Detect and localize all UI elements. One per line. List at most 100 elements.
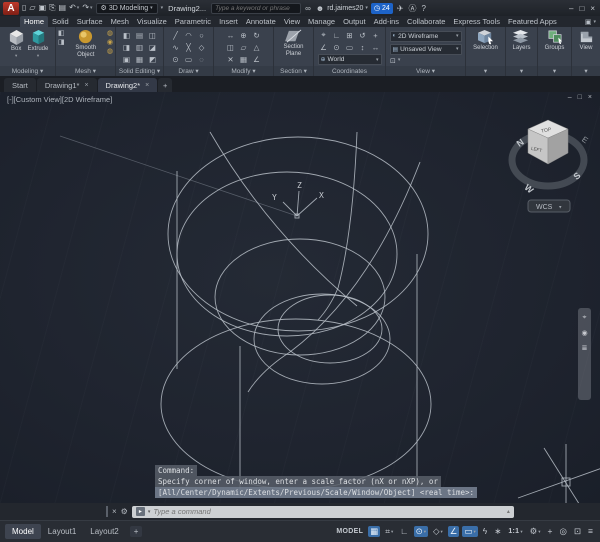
new-layout-button[interactable]: +: [130, 526, 143, 537]
trial-timer-badge[interactable]: ◷ 24: [371, 3, 393, 14]
help-icon[interactable]: ?: [421, 4, 427, 13]
ortho-mode-icon[interactable]: ∟: [398, 526, 410, 537]
solid-editing-tool-icon-2[interactable]: ▤: [133, 29, 146, 41]
snap-mode-icon[interactable]: ⌗▾: [383, 526, 395, 537]
redo-icon[interactable]: ↷: [82, 4, 89, 12]
solid-editing-tool-icon-4[interactable]: ◨: [120, 41, 133, 53]
file-tab-drawing1[interactable]: Drawing1*×: [37, 78, 97, 92]
clean-screen-icon[interactable]: ⊡: [572, 526, 583, 537]
layers-button[interactable]: Layers: [512, 29, 530, 52]
modify-tool-icon-4[interactable]: ◫: [224, 41, 237, 53]
layout-tab-layout2[interactable]: Layout2: [83, 524, 125, 539]
ribbon-tab-home[interactable]: Home: [20, 16, 48, 27]
command-input[interactable]: [153, 507, 503, 516]
solid-editing-tool-icon-9[interactable]: ◩: [146, 53, 159, 65]
coordinates-tool-icon-10[interactable]: ↔: [369, 41, 382, 53]
chevron-down-icon[interactable]: ▾: [538, 529, 540, 535]
navigation-bar[interactable]: ⌖◉≣: [578, 308, 591, 400]
modify-tool-icon-6[interactable]: △: [250, 41, 263, 53]
panel-label-coordinates[interactable]: Coordinates: [314, 66, 385, 76]
draw-tool-icon-7[interactable]: ⊙: [169, 53, 182, 65]
ribbon-tab-add-ins[interactable]: Add-ins: [370, 16, 403, 27]
chevron-down-icon[interactable]: ▾: [593, 19, 596, 25]
polar-tracking-icon[interactable]: ⊙▾: [414, 526, 428, 537]
save-as-icon[interactable]: ⎘: [49, 4, 55, 12]
isolate-objects-icon[interactable]: ◎: [557, 526, 568, 537]
mesh-tool-icon-2[interactable]: ◨: [58, 38, 65, 46]
ribbon-tab-annotate[interactable]: Annotate: [242, 16, 280, 27]
mesh-sphere-icon-3[interactable]: ◍: [107, 47, 113, 55]
solid-editing-tool-icon-5[interactable]: ▥: [133, 41, 146, 53]
viewport-config-icon[interactable]: ⊡: [390, 57, 396, 65]
draw-tool-icon-9[interactable]: ◌: [195, 53, 208, 65]
customize-wrench-icon[interactable]: ⚙: [121, 507, 128, 516]
drawing-restore-icon[interactable]: □: [578, 94, 582, 101]
panel-label-modeling[interactable]: Modeling ▾: [0, 66, 55, 76]
coordinates-tool-icon-5[interactable]: +: [369, 29, 382, 41]
panel-label-modify[interactable]: Modify ▾: [214, 66, 273, 76]
open-file-icon[interactable]: ▱: [29, 4, 35, 12]
panel-label-layers[interactable]: ▾: [506, 66, 537, 76]
object-snap-icon[interactable]: ▭▾: [462, 526, 477, 537]
draw-tool-icon-1[interactable]: ╱: [169, 29, 182, 41]
file-tab-drawing2[interactable]: Drawing2*×: [98, 78, 158, 92]
ribbon-tab-parametric[interactable]: Parametric: [171, 16, 215, 27]
modify-tool-icon-9[interactable]: ∠: [250, 53, 263, 65]
modify-tool-icon-2[interactable]: ⊕: [237, 29, 250, 41]
autosnap-tracking-icon[interactable]: ∠: [448, 526, 460, 537]
app-logo-icon[interactable]: A: [3, 2, 19, 15]
modify-tool-icon-7[interactable]: ✕: [224, 53, 237, 65]
chevron-down-icon[interactable]: ▾: [441, 529, 443, 535]
panel-label-section[interactable]: Section ▾: [274, 66, 313, 76]
command-input-field[interactable]: ▸ ▾ ▴: [132, 506, 514, 518]
stay-connected-icon[interactable]: ✈: [396, 4, 405, 13]
panel-label-selection[interactable]: ▾: [466, 66, 505, 76]
close-icon[interactable]: ×: [590, 4, 595, 13]
drawing-close-icon[interactable]: ×: [588, 94, 592, 101]
modify-tool-icon-3[interactable]: ↻: [250, 29, 263, 41]
draw-tool-icon-8[interactable]: ▭: [182, 53, 195, 65]
command-bar-grip[interactable]: [106, 506, 108, 517]
app-store-icon[interactable]: Ⓐ: [408, 3, 418, 14]
search-input[interactable]: [215, 5, 297, 12]
selection-button[interactable]: Selection: [473, 29, 498, 52]
modify-tool-icon-5[interactable]: ▱: [237, 41, 250, 53]
qat-customize-icon[interactable]: ▾: [161, 5, 164, 11]
visual-style-dropdown[interactable]: ◐ 2D Wireframe ▾: [390, 31, 462, 42]
ucs-world-dropdown[interactable]: ⊕ World ▾: [318, 54, 382, 65]
section-plane-button[interactable]: Section Plane: [276, 29, 311, 57]
close-tab-icon[interactable]: ×: [84, 82, 88, 89]
model-space-canvas[interactable]: ZXY [-][Custom View][2D Wireframe] – □ ×…: [0, 92, 600, 503]
chevron-down-icon[interactable]: ▾: [424, 529, 426, 535]
solid-editing-tool-icon-1[interactable]: ◧: [120, 29, 133, 41]
ribbon-tab-manage[interactable]: Manage: [304, 16, 339, 27]
solid-editing-tool-icon-8[interactable]: ▦: [133, 53, 146, 65]
smooth-object-button[interactable]: Smooth Object: [67, 29, 105, 58]
undo-icon[interactable]: ↶: [69, 4, 76, 12]
chevron-down-icon[interactable]: ▾: [77, 5, 80, 11]
layout-tab-layout1[interactable]: Layout1: [41, 524, 83, 539]
coordinates-tool-icon-4[interactable]: ↺: [356, 29, 369, 41]
layout-tab-model[interactable]: Model: [5, 524, 41, 539]
coordinates-tool-icon-8[interactable]: ▭: [343, 41, 356, 53]
ribbon-tab-insert[interactable]: Insert: [215, 16, 242, 27]
recent-commands-icon[interactable]: ▴: [507, 508, 510, 515]
chevron-down-icon[interactable]: ▾: [90, 5, 93, 11]
signin-user[interactable]: ☻ rd.jaimes20 ▾: [315, 4, 368, 13]
annotation-monitor-icon[interactable]: +: [546, 526, 555, 537]
viewport-controls-label[interactable]: [-][Custom View][2D Wireframe]: [7, 95, 112, 104]
coordinates-tool-icon-3[interactable]: ⊞: [343, 29, 356, 41]
draw-tool-icon-2[interactable]: ◠: [182, 29, 195, 41]
panel-label-view[interactable]: View ▾: [386, 66, 465, 76]
viewcube-cube[interactable]: TOP LEFT: [528, 120, 568, 164]
coordinates-tool-icon-7[interactable]: ⊙: [330, 41, 343, 53]
grid-display-icon[interactable]: ▦: [368, 526, 380, 537]
annotation-visibility-icon[interactable]: ϟ: [481, 526, 490, 537]
ribbon-tab-surface[interactable]: Surface: [73, 16, 107, 27]
ribbon-tab-express-tools[interactable]: Express Tools: [449, 16, 504, 27]
ribbon-tab-collaborate[interactable]: Collaborate: [403, 16, 449, 27]
view-tools-button[interactable]: View: [577, 29, 595, 52]
ribbon-options-icon[interactable]: ▣: [585, 18, 592, 26]
box-button[interactable]: Box ▾: [7, 29, 26, 59]
maximize-icon[interactable]: □: [579, 4, 584, 13]
